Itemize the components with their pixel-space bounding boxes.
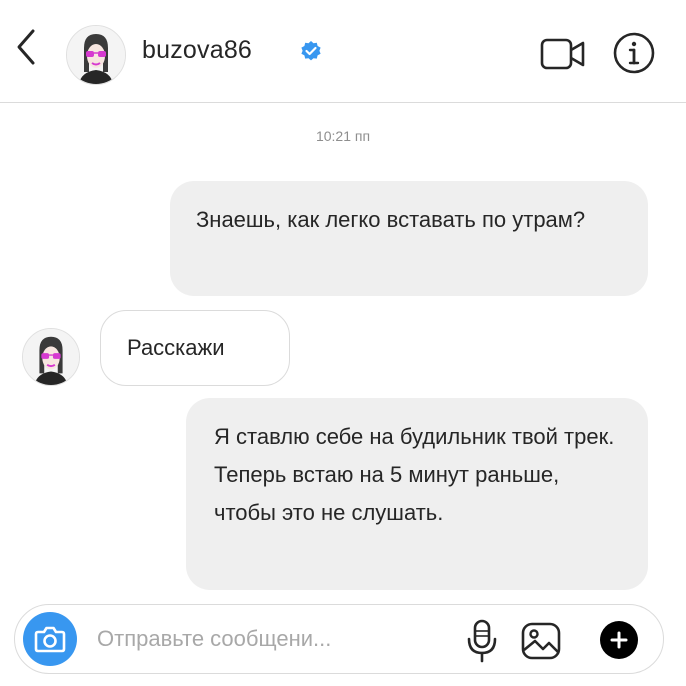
gallery-button[interactable] xyxy=(521,622,561,660)
video-camera-icon xyxy=(540,38,585,70)
message-input[interactable] xyxy=(97,619,427,659)
avatar-portrait-icon xyxy=(67,26,125,84)
camera-icon xyxy=(34,626,66,653)
info-icon xyxy=(613,32,655,74)
video-call-button[interactable] xyxy=(540,37,586,71)
avatar-portrait-icon xyxy=(23,329,79,385)
voice-message-button[interactable] xyxy=(462,619,502,663)
camera-button[interactable] xyxy=(23,612,77,666)
add-content-button[interactable] xyxy=(600,621,638,659)
chat-header: buzova86 xyxy=(0,0,686,103)
incoming-message-bubble[interactable]: Расскажи xyxy=(100,310,290,386)
plus-icon xyxy=(610,631,628,649)
message-composer xyxy=(14,604,664,674)
image-gallery-icon xyxy=(521,622,561,660)
username-label[interactable]: buzova86 xyxy=(142,36,252,65)
profile-avatar[interactable] xyxy=(66,25,126,85)
chevron-left-icon xyxy=(17,29,35,65)
sender-avatar[interactable] xyxy=(22,328,80,386)
verified-badge-icon xyxy=(301,41,321,61)
outgoing-message-bubble[interactable]: Я ставлю себе на будильник твой трек. Те… xyxy=(186,398,648,590)
message-timestamp: 10:21 пп xyxy=(315,128,371,144)
microphone-icon xyxy=(467,619,497,663)
outgoing-message-bubble[interactable]: Знаешь, как легко вставать по утрам? xyxy=(170,181,648,296)
back-button[interactable] xyxy=(8,22,44,72)
info-button[interactable] xyxy=(612,31,656,75)
